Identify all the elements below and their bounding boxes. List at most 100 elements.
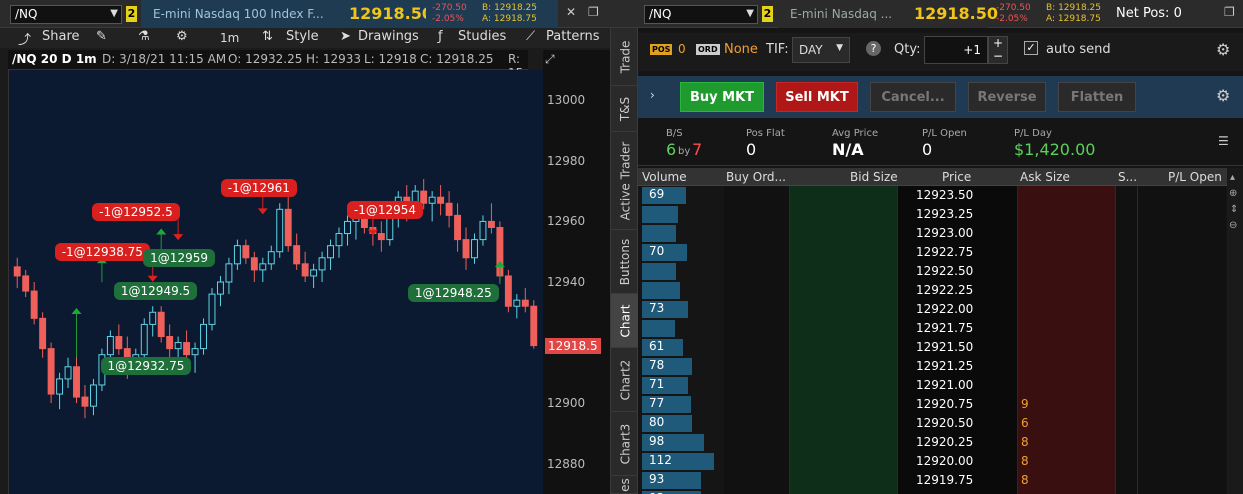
sell-order-cell[interactable] (1116, 414, 1138, 433)
flatten-button[interactable]: Flatten (1058, 82, 1136, 112)
gear-icon[interactable]: ⚙ (176, 29, 188, 44)
sell-order-cell[interactable] (1116, 205, 1138, 224)
studies-icon[interactable]: ƒ (438, 29, 443, 44)
tab-time-and-sales[interactable]: T&S (611, 86, 639, 132)
chevron-down-icon[interactable]: ▼ (110, 8, 118, 19)
chevron-down-icon[interactable]: ▼ (746, 8, 754, 19)
chevron-up-icon[interactable]: ▴ (1230, 172, 1235, 183)
tab-buttons[interactable]: Buttons (611, 230, 639, 294)
buy-order-cell[interactable] (724, 338, 790, 357)
ask-size-cell[interactable] (1018, 300, 1116, 319)
sell-order-cell[interactable] (1116, 338, 1138, 357)
tab-active-trader[interactable]: Active Trader (611, 132, 639, 230)
sell-fill-marker[interactable]: -1@12954 (346, 200, 424, 219)
flask-icon[interactable]: ⚗ (138, 29, 150, 44)
patterns-icon[interactable]: ⟋ (526, 29, 535, 44)
sell-order-cell[interactable] (1116, 471, 1138, 490)
bid-size-cell[interactable] (790, 452, 898, 471)
bid-size-cell[interactable] (790, 395, 898, 414)
tab-trade[interactable]: Trade (611, 28, 639, 86)
buy-fill-marker[interactable]: 1@12932.75 (100, 356, 192, 375)
bid-size-cell[interactable] (790, 243, 898, 262)
tab-chart[interactable]: Chart (611, 294, 639, 348)
buy-fill-marker[interactable]: 1@12959 (143, 249, 215, 268)
sell-order-cell[interactable] (1116, 300, 1138, 319)
ask-size-cell[interactable]: 8 (1018, 471, 1116, 490)
reverse-button[interactable]: Reverse (968, 82, 1046, 112)
header-sell-orders[interactable]: S... (1118, 170, 1137, 184)
buy-order-cell[interactable] (724, 490, 790, 494)
sell-mkt-button[interactable]: Sell MKT (776, 82, 858, 112)
buy-order-cell[interactable] (724, 262, 790, 281)
ladder-row[interactable]: 71 12921.00 (638, 376, 1243, 395)
sell-order-cell[interactable] (1116, 281, 1138, 300)
auto-send-checkbox[interactable]: ✓ (1024, 41, 1038, 55)
bid-size-cell[interactable] (790, 205, 898, 224)
buy-order-cell[interactable] (724, 205, 790, 224)
candlestick-chart[interactable] (9, 70, 544, 494)
center-icon[interactable]: ⇕ (1230, 204, 1238, 215)
cancel-button[interactable]: Cancel... (870, 82, 956, 112)
header-price[interactable]: Price (942, 170, 971, 184)
buy-order-cell[interactable] (724, 452, 790, 471)
ask-size-cell[interactable]: 8 (1018, 433, 1116, 452)
window-icon[interactable]: ❐ (1224, 5, 1235, 19)
ask-size-cell[interactable] (1018, 262, 1116, 281)
gear-icon[interactable]: ⚙ (1216, 86, 1230, 105)
help-icon[interactable]: ? (866, 41, 881, 56)
bid-size-cell[interactable] (790, 262, 898, 281)
ladder-row[interactable]: 70 12922.75 (638, 243, 1243, 262)
chart-symbol-selector[interactable]: /NQ ▼ (10, 5, 122, 24)
tif-select[interactable]: DAY ▼ (792, 37, 850, 63)
style-button[interactable]: Style (286, 29, 319, 44)
chart-resize-icon[interactable]: ⤢ (545, 52, 555, 67)
notes-icon[interactable]: ✎ (96, 29, 107, 44)
ask-size-cell[interactable] (1018, 224, 1116, 243)
ask-size-cell[interactable]: 8 (1018, 452, 1116, 471)
style-icon[interactable]: ⇅ (262, 29, 273, 44)
ladder-row[interactable]: 73 12922.00 (638, 300, 1243, 319)
patterns-button[interactable]: Patterns (546, 29, 600, 44)
ladder-row[interactable]: 61 12921.50 (638, 338, 1243, 357)
bid-size-cell[interactable] (790, 357, 898, 376)
sell-order-cell[interactable] (1116, 186, 1138, 205)
sell-order-cell[interactable] (1116, 357, 1138, 376)
chevron-down-icon[interactable]: ▼ (836, 43, 843, 53)
bid-size-cell[interactable] (790, 414, 898, 433)
bid-size-cell[interactable] (790, 186, 898, 205)
ask-size-cell[interactable]: 6 (1018, 414, 1116, 433)
aggregation-button[interactable]: 1m (220, 31, 239, 45)
tab-chart2[interactable]: Chart2 (611, 348, 639, 412)
cursor-icon[interactable]: ➤ (340, 29, 351, 44)
close-icon[interactable]: ✕ (566, 5, 576, 19)
buy-fill-marker[interactable]: 1@12949.5 (113, 282, 198, 301)
tab-more[interactable]: es (611, 476, 639, 494)
ladder-row[interactable]: 80 12920.50 6 (638, 414, 1243, 433)
bid-size-cell[interactable] (790, 376, 898, 395)
sell-order-cell[interactable] (1116, 376, 1138, 395)
gear-icon[interactable]: ⚙ (1216, 40, 1230, 59)
qty-input[interactable]: +1 (924, 36, 988, 64)
buy-order-cell[interactable] (724, 376, 790, 395)
share-icon[interactable]: ⤴ (18, 29, 31, 48)
bid-size-cell[interactable] (790, 300, 898, 319)
buy-order-cell[interactable] (724, 433, 790, 452)
price-axis[interactable]: ⤢ 13000129801296012940129201290012880129… (543, 50, 610, 494)
header-buy-orders[interactable]: Buy Ord... (726, 170, 786, 184)
header-bid-size[interactable]: Bid Size (850, 170, 898, 184)
bid-size-cell[interactable] (790, 224, 898, 243)
bid-size-cell[interactable] (790, 319, 898, 338)
ask-size-cell[interactable] (1018, 319, 1116, 338)
ladder-row[interactable]: 12923.25 (638, 205, 1243, 224)
sell-order-cell[interactable] (1116, 395, 1138, 414)
window-icon[interactable]: ❐ (588, 5, 599, 19)
ask-size-cell[interactable] (1018, 243, 1116, 262)
zoom-out-icon[interactable]: ⊖ (1229, 220, 1237, 231)
ladder-row[interactable]: 93 12919.75 8 (638, 471, 1243, 490)
ladder-row[interactable]: 12922.25 (638, 281, 1243, 300)
sell-order-cell[interactable] (1116, 262, 1138, 281)
chevron-right-icon[interactable]: › (650, 88, 655, 102)
sell-order-cell[interactable] (1116, 224, 1138, 243)
sell-fill-marker[interactable]: -1@12938.75 (54, 242, 150, 261)
buy-order-cell[interactable] (724, 414, 790, 433)
